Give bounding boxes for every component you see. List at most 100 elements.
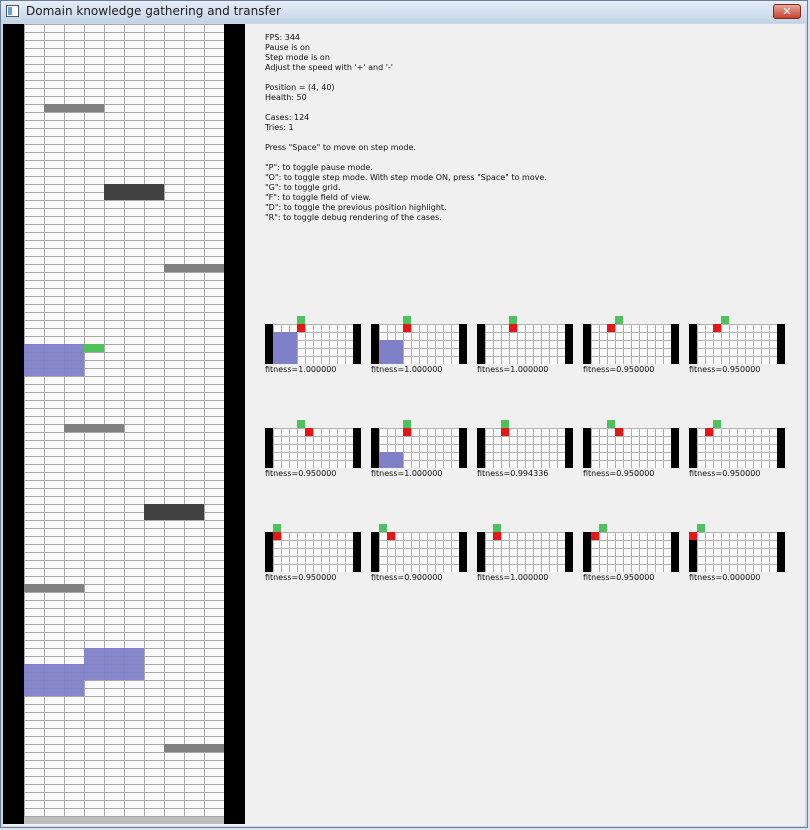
help-debug-render: "R": to toggle debug rendering of the ca… — [265, 213, 442, 222]
case-player-marker — [297, 420, 305, 428]
case-right-wall — [671, 428, 679, 468]
case-left-wall — [265, 324, 273, 364]
case-target-marker — [297, 324, 305, 332]
case-target-marker — [705, 428, 713, 436]
case-view: fitness=1.000000 — [477, 524, 577, 584]
case-right-wall — [353, 324, 361, 364]
case-fitness-label: fitness=1.000000 — [265, 365, 337, 374]
case-view: fitness=0.950000 — [265, 524, 365, 584]
case-view: fitness=0.950000 — [583, 316, 683, 376]
case-left-wall — [583, 428, 591, 468]
case-right-wall — [565, 532, 573, 572]
case-left-wall — [583, 324, 591, 364]
case-trail — [379, 452, 403, 468]
app-window-icon — [6, 5, 19, 17]
case-player-marker — [599, 524, 607, 532]
info-panel: FPS: 344 Pause is on Step mode is on Adj… — [265, 33, 547, 223]
cases-count: Cases: 124 — [265, 113, 310, 122]
left-wall — [3, 24, 24, 824]
case-fitness-label: fitness=0.950000 — [583, 573, 655, 582]
case-grid — [485, 324, 565, 364]
case-view: fitness=0.950000 — [583, 420, 683, 480]
solid-block — [104, 184, 164, 200]
case-view: fitness=1.000000 — [371, 420, 471, 480]
platform — [24, 584, 84, 592]
case-fitness-label: fitness=1.000000 — [477, 573, 549, 582]
platform — [164, 744, 224, 752]
case-left-wall — [477, 428, 485, 468]
case-target-marker — [403, 324, 411, 332]
help-grid: "G": to toggle grid. — [265, 183, 341, 192]
app-window: Domain knowledge gathering and transfer … — [0, 0, 808, 828]
case-player-marker — [501, 420, 509, 428]
case-target-marker — [713, 324, 721, 332]
case-left-wall — [371, 532, 379, 572]
case-left-wall — [265, 532, 273, 572]
player — [84, 344, 104, 352]
health-readout: Health: 50 — [265, 93, 307, 102]
case-target-marker — [403, 428, 411, 436]
case-grid — [591, 428, 671, 468]
case-right-wall — [353, 532, 361, 572]
case-view: fitness=1.000000 — [371, 316, 471, 376]
close-button[interactable]: ✕ — [773, 4, 801, 19]
case-fitness-label: fitness=0.900000 — [371, 573, 443, 582]
case-trail — [379, 340, 403, 364]
window-title: Domain knowledge gathering and transfer — [26, 4, 281, 18]
case-view: fitness=0.900000 — [371, 524, 471, 584]
case-trail — [273, 332, 297, 364]
case-target-marker — [387, 532, 395, 540]
case-target-marker — [689, 532, 697, 540]
case-right-wall — [777, 324, 785, 364]
case-view: fitness=0.950000 — [689, 316, 789, 376]
platform — [164, 264, 224, 272]
help-pause: "P": to toggle pause mode. — [265, 163, 373, 172]
case-player-marker — [493, 524, 501, 532]
step-hint: Press "Space" to move on step mode. — [265, 143, 416, 152]
case-target-marker — [493, 532, 501, 540]
previous-position-highlight — [84, 648, 144, 680]
case-grid — [273, 428, 353, 468]
case-target-marker — [615, 428, 623, 436]
case-player-marker — [297, 316, 305, 324]
case-left-wall — [583, 532, 591, 572]
case-target-marker — [305, 428, 313, 436]
step-status: Step mode is on — [265, 53, 330, 62]
tries-count: Tries: 1 — [265, 123, 294, 132]
case-player-marker — [615, 316, 623, 324]
case-right-wall — [777, 428, 785, 468]
case-left-wall — [371, 324, 379, 364]
title-bar[interactable]: Domain knowledge gathering and transfer … — [1, 1, 807, 23]
client-area: FPS: 344 Pause is on Step mode is on Adj… — [3, 24, 805, 826]
level-grid — [24, 24, 224, 817]
case-grid — [273, 532, 353, 572]
right-wall — [224, 24, 245, 824]
previous-position-highlight — [24, 344, 84, 376]
case-fitness-label: fitness=0.000000 — [689, 573, 761, 582]
case-right-wall — [565, 428, 573, 468]
case-right-wall — [459, 428, 467, 468]
case-fitness-label: fitness=1.000000 — [371, 365, 443, 374]
help-step: "O": to toggle step mode. With step mode… — [265, 173, 547, 182]
case-player-marker — [721, 316, 729, 324]
solid-block — [144, 504, 204, 520]
platform — [64, 424, 124, 432]
case-right-wall — [353, 428, 361, 468]
case-target-marker — [501, 428, 509, 436]
help-position-highlight: "D": to toggle the previous position hig… — [265, 203, 447, 212]
case-view: fitness=0.950000 — [265, 420, 365, 480]
case-fitness-label: fitness=0.950000 — [689, 365, 761, 374]
case-left-wall — [689, 428, 697, 468]
case-view: fitness=0.950000 — [583, 524, 683, 584]
case-right-wall — [565, 324, 573, 364]
case-left-wall — [477, 324, 485, 364]
case-fitness-label: fitness=0.950000 — [265, 573, 337, 582]
case-player-marker — [713, 420, 721, 428]
pause-status: Pause is on — [265, 43, 310, 52]
case-right-wall — [459, 324, 467, 364]
case-right-wall — [671, 324, 679, 364]
case-left-wall — [477, 532, 485, 572]
case-fitness-label: fitness=0.994336 — [477, 469, 549, 478]
platform — [44, 104, 104, 112]
case-view: fitness=1.000000 — [477, 316, 577, 376]
